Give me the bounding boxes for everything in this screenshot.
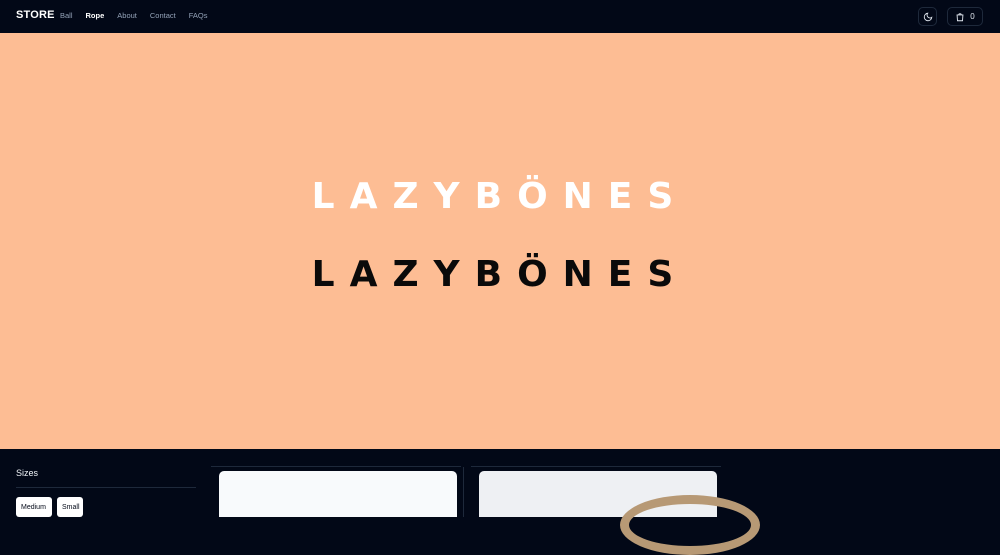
nav-rope[interactable]: Rope: [86, 11, 105, 20]
product-section: Sizes Medium Small: [0, 449, 1000, 517]
store-logo[interactable]: STORE: [16, 9, 55, 21]
cart-button[interactable]: 0: [947, 7, 983, 26]
card-frame-line: [211, 466, 461, 467]
brand-logo-white: LAZYBÖNES: [311, 176, 689, 217]
sizes-filter-title: Sizes: [16, 468, 39, 478]
top-nav-bar: STORE Ball Rope About Contact FAQs 0: [0, 0, 1000, 33]
brand-logo-black: LAZYBÖNES: [311, 254, 689, 295]
hero-banner: LAZYBÖNES LAZYBÖNES: [0, 33, 1000, 449]
card-frame-line: [471, 466, 721, 467]
rope-toy-image: [620, 495, 760, 555]
size-medium-button[interactable]: Medium: [16, 497, 52, 517]
theme-toggle-button[interactable]: [918, 7, 937, 26]
nav-contact[interactable]: Contact: [150, 11, 176, 20]
nav-faqs[interactable]: FAQs: [189, 11, 208, 20]
product-card-image[interactable]: [219, 471, 457, 517]
main-nav: Ball Rope About Contact FAQs: [60, 11, 221, 20]
size-small-button[interactable]: Small: [57, 497, 83, 517]
sizes-divider: [16, 487, 196, 488]
shopping-bag-icon: [956, 12, 964, 21]
nav-ball[interactable]: Ball: [60, 11, 73, 20]
nav-about[interactable]: About: [117, 11, 137, 20]
cart-count: 0: [970, 12, 975, 21]
moon-icon: [923, 12, 932, 21]
card-divider: [463, 467, 464, 517]
